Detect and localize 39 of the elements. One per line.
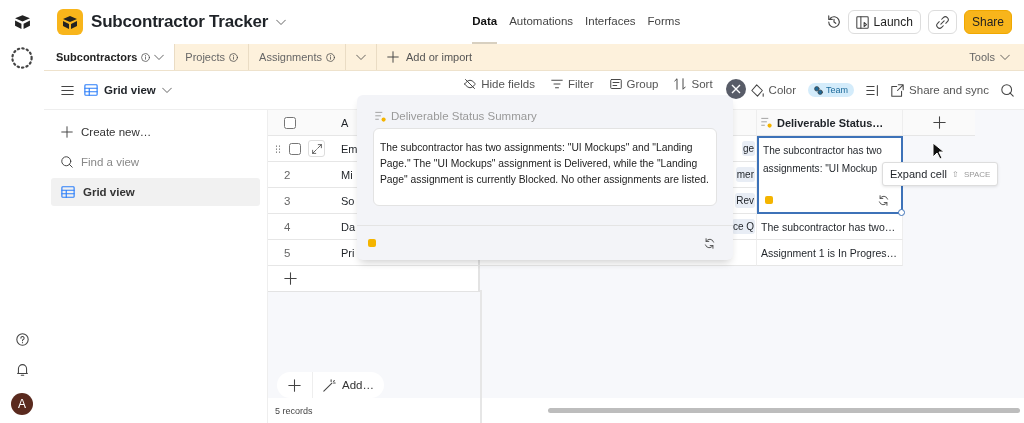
toolbar-item[interactable]: Hide fields — [464, 78, 535, 90]
table-cell: The subcontractor has two… — [757, 214, 903, 240]
nav-tab[interactable]: Interfaces — [585, 0, 636, 44]
table-tab[interactable]: Assignments — [249, 44, 347, 70]
column-header[interactable]: Deliverable Status… — [757, 110, 903, 136]
toolbar-item[interactable]: Sort — [674, 78, 713, 90]
table-cell: Assignment 1 is In Progres… — [757, 240, 903, 266]
nav-tab[interactable]: Automations — [509, 0, 574, 44]
row-number: 2 — [284, 168, 291, 181]
color-button[interactable]: Color — [750, 83, 797, 97]
linked-record: ge — [741, 141, 755, 156]
share-sync-button[interactable]: Share and sync — [891, 83, 989, 97]
base-title[interactable]: Subcontractor Tracker — [91, 12, 269, 32]
toolbar-item[interactable]: Filter — [550, 78, 594, 90]
row-number: 4 — [284, 220, 291, 233]
view-switcher[interactable]: Grid view — [84, 83, 172, 97]
nav-tab[interactable]: Forms — [647, 0, 681, 44]
linked-record: mer — [735, 167, 755, 182]
view-item[interactable]: Grid view — [51, 178, 260, 206]
share-button[interactable]: Share — [963, 10, 1012, 34]
add-or-import-button[interactable]: Add or import — [377, 51, 483, 63]
shift-key: ⇧ — [951, 169, 959, 179]
linked-record: ce Q — [731, 219, 755, 234]
row-number: 3 — [284, 194, 291, 207]
table-tab[interactable]: Projects — [175, 44, 250, 70]
linked-record: Rev — [735, 193, 755, 208]
launch-button[interactable]: Launch — [847, 10, 921, 34]
avatar[interactable]: A — [11, 393, 33, 415]
record-count: 5 records — [275, 405, 313, 416]
team-chip[interactable]: Team — [808, 83, 855, 97]
summary-text: The subcontractor has two assignments: "UI Mockups" and "Landing Page." The "UI Mockups" assignment is Delivered, while the "Landing Page" assignment is currently Blocked. No other assignments are listed. — [373, 128, 717, 206]
row-number: 5 — [284, 246, 291, 259]
column-title: Deliverable Status… — [777, 116, 884, 129]
create-new-button[interactable]: Create new… — [51, 118, 260, 146]
find-view-field[interactable]: Find a view — [81, 156, 231, 168]
space-key: SPACE — [963, 169, 991, 179]
toolbar-item[interactable]: Group — [609, 78, 659, 90]
table-tab[interactable]: Subcontractors — [44, 44, 176, 70]
tools-menu[interactable]: Tools — [969, 51, 1024, 63]
